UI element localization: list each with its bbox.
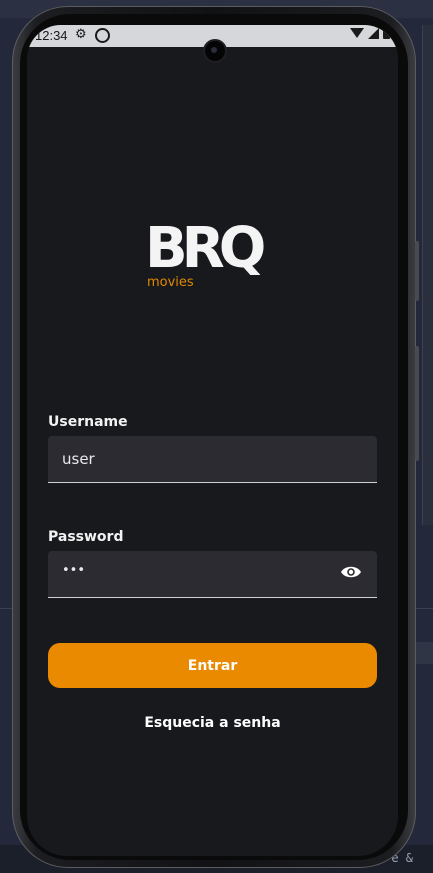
- sync-icon: [95, 28, 110, 43]
- logo-brand: BRQ: [145, 216, 266, 281]
- front-camera: [203, 39, 227, 63]
- forgot-password-link[interactable]: Esquecia a senha: [27, 715, 398, 731]
- username-label: Username: [48, 414, 128, 430]
- password-value: •••: [62, 563, 86, 578]
- username-field[interactable]: user: [48, 436, 377, 483]
- power-button: [415, 241, 419, 301]
- app-screen: 12:34 ⚙ BRQ movies Username user Passwor…: [27, 25, 398, 856]
- app-logo: BRQ movies: [145, 221, 285, 295]
- logo-subtitle: movies: [147, 275, 194, 290]
- eye-icon[interactable]: [340, 565, 362, 579]
- password-field[interactable]: •••: [48, 551, 377, 598]
- status-time: 12:34: [35, 28, 68, 43]
- wifi-icon: [350, 28, 364, 38]
- signal-icon: [368, 27, 379, 39]
- password-label: Password: [48, 529, 124, 545]
- volume-buttons: [415, 346, 419, 461]
- gear-icon: ⚙: [75, 27, 87, 42]
- status-indicators: [350, 27, 390, 39]
- battery-icon: [383, 27, 390, 39]
- login-button[interactable]: Entrar: [48, 643, 377, 688]
- desktop-side-panel: [422, 25, 433, 525]
- username-value: user: [62, 450, 95, 468]
